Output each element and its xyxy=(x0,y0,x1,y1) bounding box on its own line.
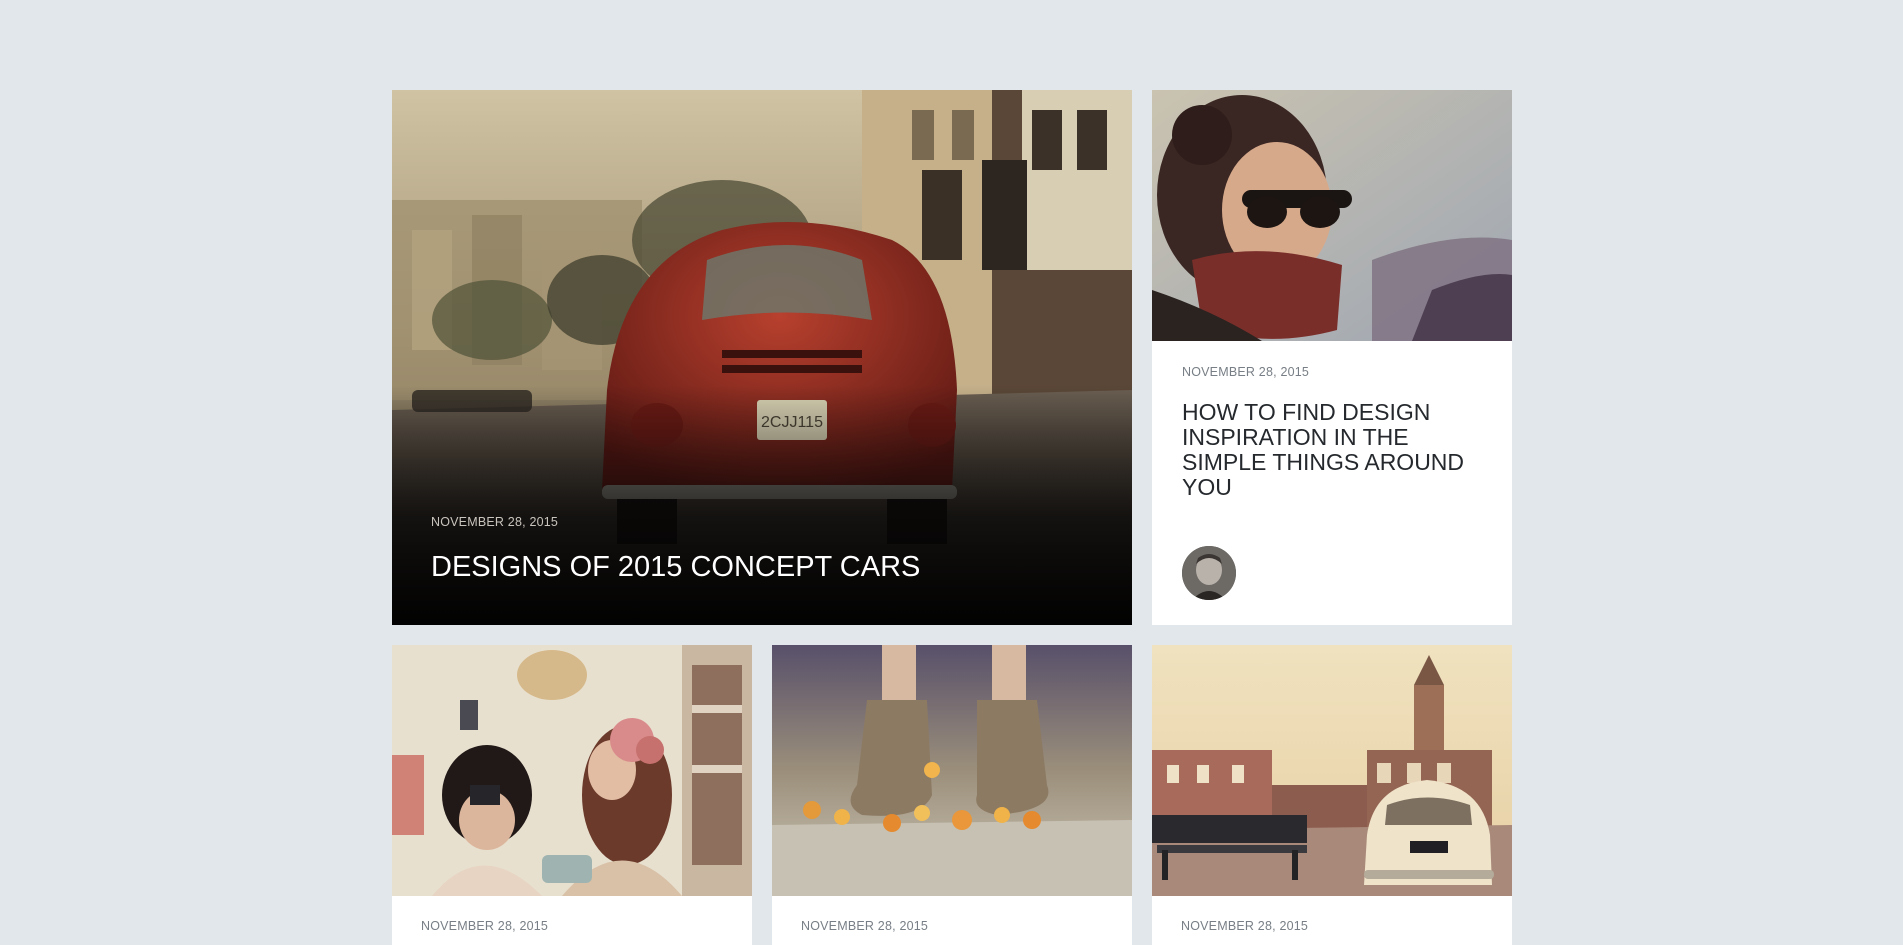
post-date: NOVEMBER 28, 2015 xyxy=(1181,919,1309,933)
post-title[interactable]: HOW TO FIND DESIGN INSPIRATION IN THE SI… xyxy=(1182,400,1482,500)
post-card[interactable]: NOVEMBER 28, 2015 HOW TO FIND DESIGN INS… xyxy=(1152,90,1512,625)
post-card[interactable]: NOVEMBER 28, 2015 xyxy=(392,645,752,945)
post-card[interactable]: NOVEMBER 28, 2015 xyxy=(772,645,1132,945)
author-avatar[interactable] xyxy=(1182,546,1236,600)
post-date: NOVEMBER 28, 2015 xyxy=(431,515,559,529)
post-image[interactable] xyxy=(1152,645,1512,896)
post-image[interactable] xyxy=(772,645,1132,896)
post-title[interactable]: DESIGNS OF 2015 CONCEPT CARS xyxy=(431,550,920,584)
post-date: NOVEMBER 28, 2015 xyxy=(801,919,929,933)
post-date: NOVEMBER 28, 2015 xyxy=(1182,365,1310,379)
post-card[interactable]: NOVEMBER 28, 2015 xyxy=(1152,645,1512,945)
post-date: NOVEMBER 28, 2015 xyxy=(421,919,549,933)
post-image[interactable] xyxy=(392,645,752,896)
featured-post-card[interactable]: 2CJJ115 NOVEMBER 28, 2015 DESIGNS OF 201… xyxy=(392,90,1132,625)
post-image[interactable] xyxy=(1152,90,1512,341)
featured-image-overlay xyxy=(392,385,1132,625)
